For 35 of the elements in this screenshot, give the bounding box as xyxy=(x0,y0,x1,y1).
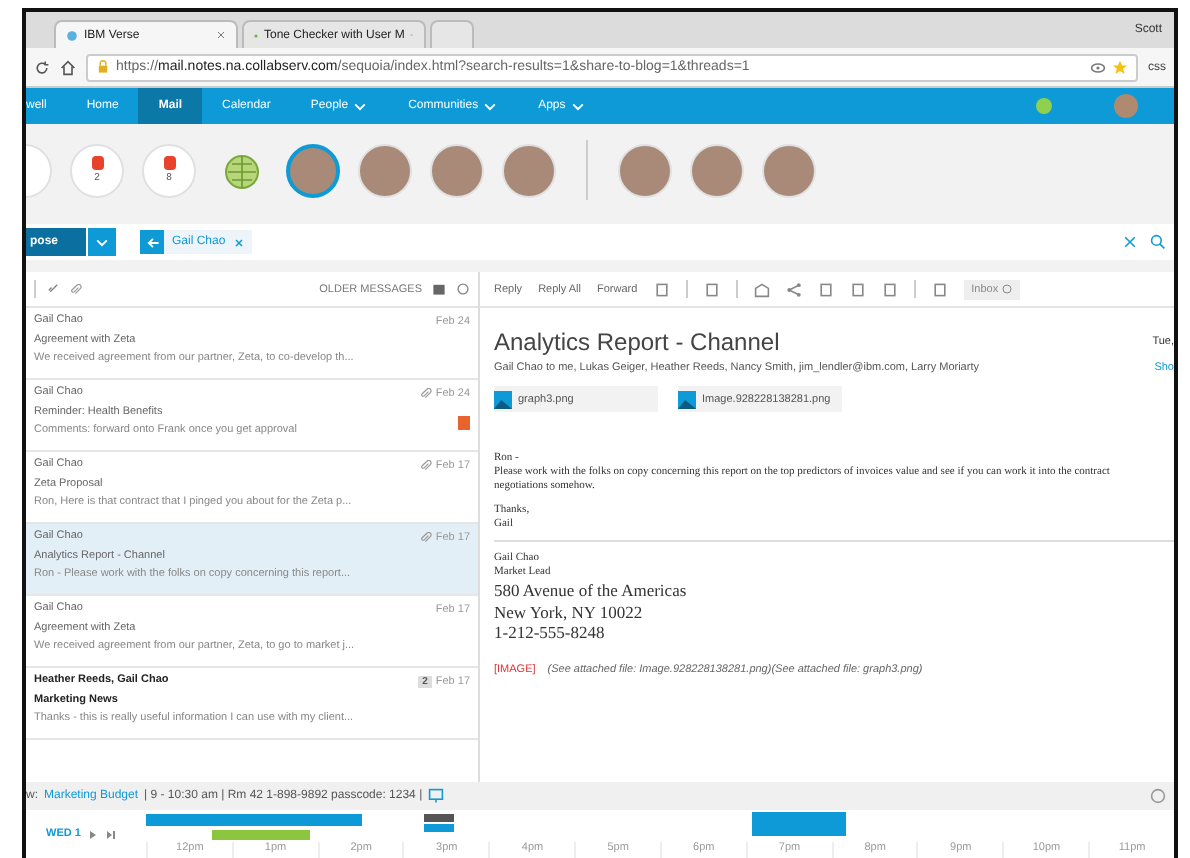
eye-icon xyxy=(1090,59,1106,75)
search-icon xyxy=(1150,234,1166,250)
image-file-icon xyxy=(494,389,512,409)
calendar-icon xyxy=(432,282,446,296)
flag-icon xyxy=(458,416,470,431)
signature-line: New York, NY 10022 xyxy=(494,601,645,623)
expand-icon xyxy=(1150,788,1166,804)
share-icon xyxy=(785,281,802,297)
paperclip-icon xyxy=(419,460,432,473)
new-tab-button[interactable] xyxy=(430,20,474,48)
back-arrow-icon xyxy=(145,235,160,249)
paperclip-icon xyxy=(70,283,82,295)
email-subject: Analytics Report - Channel xyxy=(494,328,782,356)
reload-icon xyxy=(34,59,50,75)
close-icon xyxy=(233,237,244,247)
page-icon xyxy=(66,29,78,41)
image-file-icon xyxy=(678,389,696,409)
event-bar[interactable] xyxy=(423,824,455,832)
monitor-icon xyxy=(428,788,445,804)
skip-icon xyxy=(106,829,117,839)
status-icon xyxy=(1034,96,1054,116)
event-bar[interactable] xyxy=(423,814,455,822)
star-icon xyxy=(1112,59,1128,75)
compose-menu-button[interactable] xyxy=(88,228,117,256)
play-icon xyxy=(88,829,99,839)
refresh-icon xyxy=(456,282,470,296)
home-icon xyxy=(60,59,76,75)
signature-line: 1-212-555-8248 xyxy=(494,622,607,644)
paperclip-icon xyxy=(419,388,432,401)
paperclip-icon xyxy=(419,532,432,545)
signature-line: 580 Avenue of the Americas xyxy=(494,580,689,602)
close-icon xyxy=(216,30,226,40)
person-avatar[interactable] xyxy=(286,143,340,197)
clear-icon xyxy=(1122,234,1138,250)
lock-icon xyxy=(96,60,110,74)
